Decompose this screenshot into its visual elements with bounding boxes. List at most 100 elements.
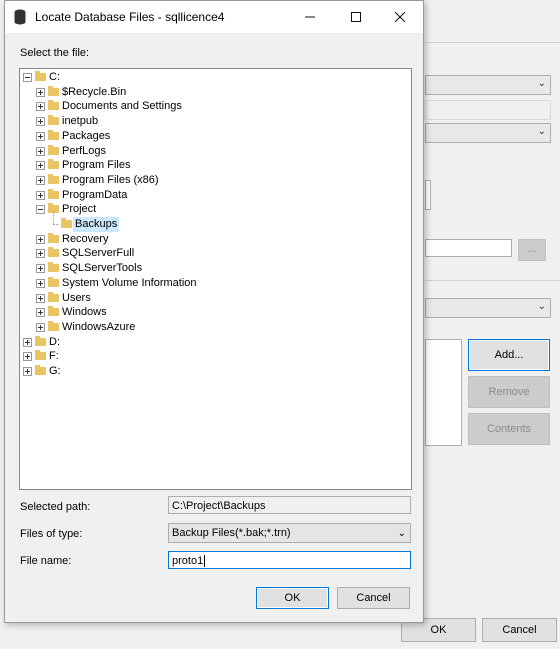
expand-icon[interactable] [36, 249, 45, 259]
tree-node[interactable]: $Recycle.Bin [20, 85, 409, 100]
cancel-button[interactable]: Cancel [337, 587, 410, 609]
tree-node[interactable]: Program Files (x86) [20, 173, 409, 188]
tree-node[interactable]: Backups [20, 213, 409, 232]
divider [425, 42, 560, 43]
expand-icon[interactable] [36, 87, 45, 97]
folder-icon [35, 365, 46, 375]
tree-node[interactable]: Documents and Settings [20, 99, 409, 114]
expand-icon[interactable] [36, 175, 45, 185]
tree-node[interactable]: ProgramData [20, 188, 409, 203]
file-name-input[interactable]: proto1 [168, 551, 411, 569]
expand-icon[interactable] [36, 264, 45, 274]
files-of-type-label: Files of type: [20, 528, 83, 540]
file-name-label: File name: [20, 555, 72, 567]
files-of-type-select[interactable]: Backup Files(*.bak;*.trn) ⌄ [168, 523, 411, 543]
add-button[interactable]: Add... [468, 339, 550, 371]
file-tree[interactable]: C: $Recycle.Bin Documents and Settings inet… [19, 68, 412, 490]
folder-icon [48, 291, 59, 302]
folder-icon [48, 159, 59, 170]
folder-icon [48, 85, 59, 96]
tree-node[interactable]: Program Files [20, 158, 409, 173]
close-button[interactable] [377, 1, 423, 33]
chevron-down-icon: ⌄ [537, 301, 546, 312]
bg-combo-1[interactable]: ⌄ [425, 75, 551, 95]
bg-cancel-button[interactable]: Cancel [482, 618, 557, 642]
tree-node[interactable]: Recovery [20, 232, 409, 247]
locate-database-files-dialog: Locate Database Files - sqllicence4 Sele… [4, 0, 424, 623]
chevron-down-icon: ⌄ [537, 78, 546, 89]
expand-icon[interactable] [23, 352, 32, 362]
tree-node-label: F: [49, 350, 59, 363]
tree-node[interactable]: Users [20, 291, 409, 306]
tree-connector [53, 224, 59, 225]
folder-icon [48, 100, 59, 111]
expand-icon[interactable] [23, 367, 32, 376]
tree-node[interactable]: SQLServerTools [20, 261, 409, 276]
chevron-down-icon: ⌄ [397, 528, 406, 539]
tree-node-label: Packages [62, 129, 111, 142]
collapse-icon[interactable] [36, 205, 45, 215]
maximize-icon [351, 12, 361, 22]
expand-icon[interactable] [36, 102, 45, 112]
tree-node-label: $Recycle.Bin [62, 85, 127, 98]
expand-icon[interactable] [36, 278, 45, 288]
folder-icon [48, 129, 59, 140]
tree-node[interactable]: SQLServerFull [20, 246, 409, 261]
tree-node-label: PerfLogs [62, 144, 107, 157]
folder-icon [48, 306, 59, 317]
selected-path-label: Selected path: [20, 501, 91, 513]
divider [425, 280, 560, 281]
maximize-button[interactable] [333, 1, 379, 33]
folder-icon [48, 276, 59, 287]
expand-icon[interactable] [36, 131, 45, 141]
tree-node-label: SQLServerTools [62, 262, 143, 275]
collapse-icon[interactable] [23, 73, 32, 82]
contents-button[interactable]: Contents [468, 413, 550, 445]
tree-node[interactable]: inetpub [20, 114, 409, 129]
select-file-label: Select the file: [20, 47, 90, 59]
tree-node[interactable]: System Volume Information [20, 276, 409, 291]
expand-icon[interactable] [36, 308, 45, 318]
tree-node[interactable]: Project [20, 202, 409, 217]
remove-button[interactable]: Remove [468, 376, 550, 408]
files-of-type-value: Backup Files(*.bak;*.trn) [172, 527, 291, 539]
folder-icon [48, 144, 59, 155]
expand-icon[interactable] [36, 234, 45, 244]
tree-node[interactable]: PerfLogs [20, 144, 409, 159]
expand-icon[interactable] [36, 146, 45, 156]
tree-node-label: inetpub [62, 115, 99, 128]
dialog-title: Locate Database Files - sqllicence4 [35, 10, 225, 24]
expand-icon[interactable] [36, 117, 45, 127]
tree-node[interactable]: Packages [20, 129, 409, 144]
bg-combo-3[interactable]: ⌄ [425, 298, 551, 318]
tree-node[interactable]: Windows [20, 305, 409, 320]
expand-icon[interactable] [23, 337, 32, 347]
tree-node-label: WindowsAzure [62, 320, 136, 333]
tree-node-label: C: [49, 71, 60, 83]
tree-node-label: System Volume Information [62, 276, 197, 289]
bg-combo-2[interactable]: ⌄ [425, 123, 551, 143]
tree-node-label: Backups [73, 217, 120, 232]
expand-icon[interactable] [36, 293, 45, 303]
tree-node-label: Documents and Settings [62, 100, 182, 113]
tree-node[interactable]: G: [20, 364, 409, 379]
ok-button[interactable]: OK [256, 587, 329, 609]
bg-list[interactable] [425, 339, 462, 446]
bg-path-field[interactable] [425, 239, 512, 257]
expand-icon[interactable] [36, 161, 45, 171]
tree-node[interactable]: C: [20, 70, 409, 85]
folder-icon [35, 350, 46, 361]
folder-icon [48, 173, 59, 184]
tree-node[interactable]: F: [20, 349, 409, 364]
folder-icon [48, 115, 59, 126]
minimize-button[interactable] [287, 1, 333, 33]
tree-node-label: Program Files [62, 159, 131, 172]
tree-node-label: Windows [62, 306, 107, 319]
tree-node[interactable]: D: [20, 335, 409, 350]
expand-icon[interactable] [36, 190, 45, 200]
folder-icon [48, 232, 59, 243]
expand-icon[interactable] [36, 322, 45, 332]
bg-browse-button[interactable]: ... [518, 239, 546, 261]
title-bar: Locate Database Files - sqllicence4 [5, 1, 423, 33]
tree-node[interactable]: WindowsAzure [20, 320, 409, 335]
